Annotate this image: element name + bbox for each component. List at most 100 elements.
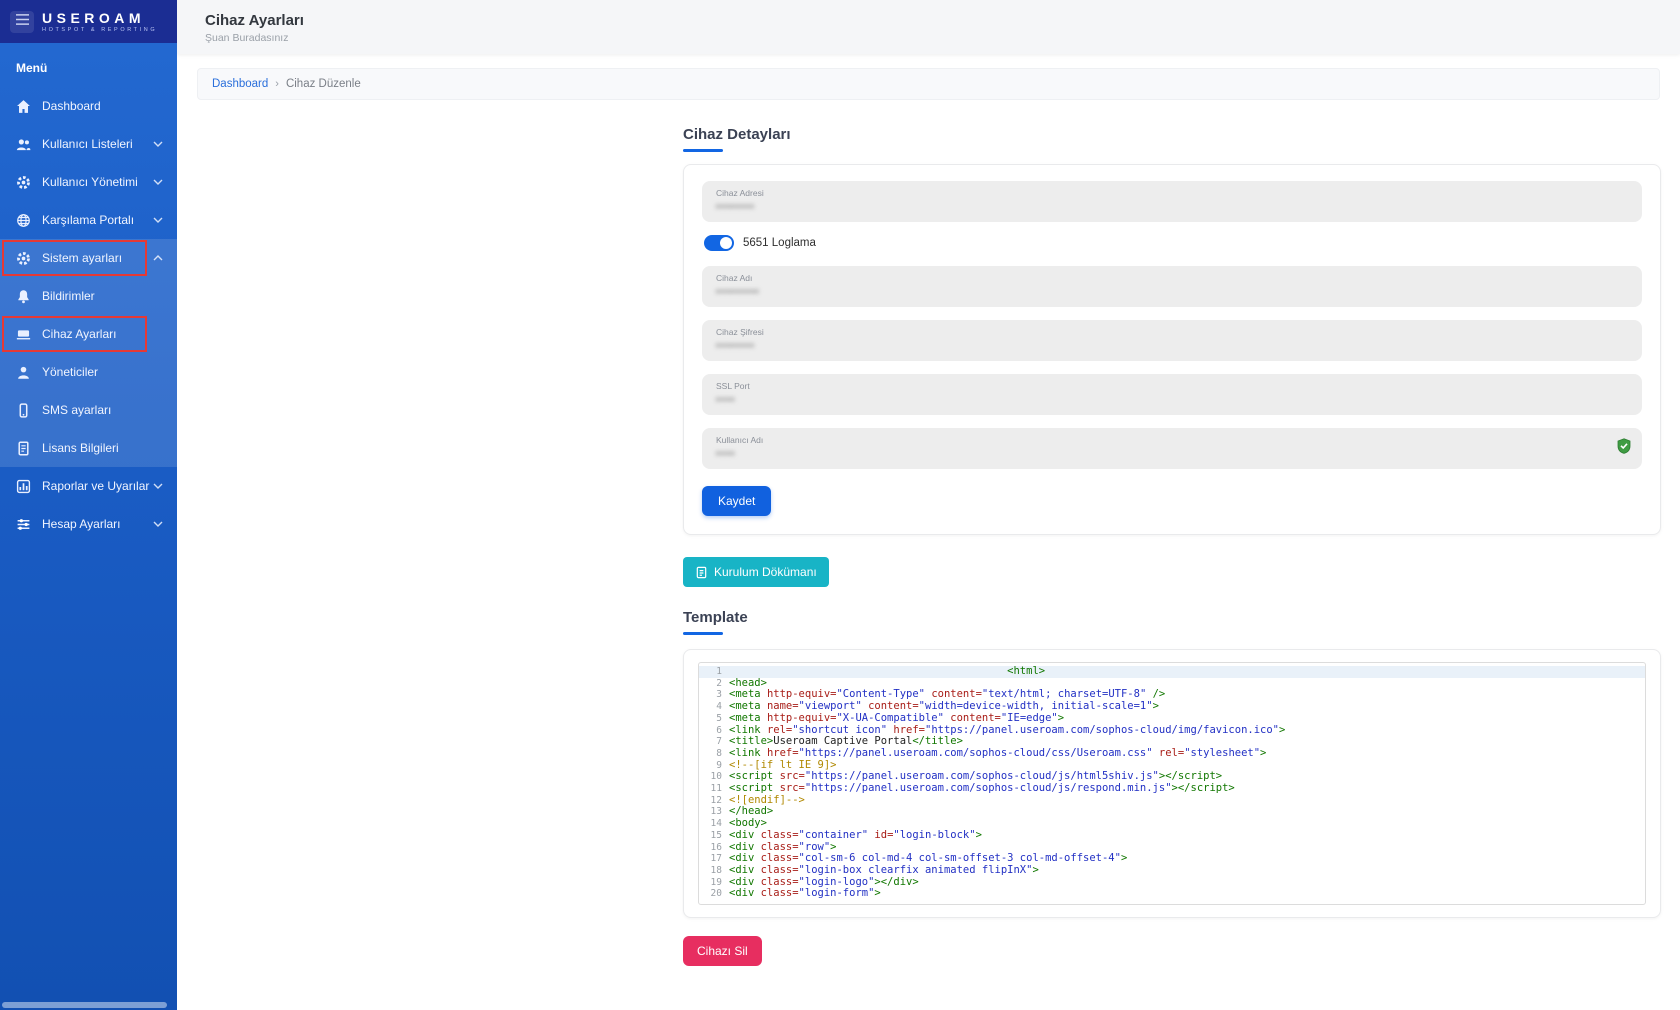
sidebar-menu: Dashboard Kullanıcı Listeleri Kullanıcı Yö… [0,87,177,543]
sidebar-item-label: Yöneticiler [42,365,98,379]
code-editor[interactable]: 1 <html>2<head>3<meta http-equiv="Conten… [698,662,1646,905]
input-field-cihaz-adresi[interactable]: Cihaz Adresi•••••••• [702,181,1642,222]
installation-docs-label: Kurulum Dökümanı [714,565,817,579]
field-label: Kullanıcı Adı [716,435,1628,445]
line-number: 4 [699,701,729,713]
sidebar-item-karsilama-portali[interactable]: Karşılama Portalı [0,201,177,239]
field-value-redacted: •••••••• [716,340,1628,352]
line-number: 3 [699,689,729,701]
sidebar-item-label: Kullanıcı Listeleri [42,137,133,151]
topbar: USEROAM HOTSPOT & REPORTING [0,0,177,43]
bell-icon [16,289,31,304]
code-line: 20<div class="login-form"> [699,888,1645,900]
admin-icon [16,365,31,380]
input-field-kullanici-adi[interactable]: Kullanıcı Adı •••• [702,428,1642,469]
line-number: 16 [699,842,729,854]
logging-toggle-label: 5651 Loglama [743,237,816,249]
password-shield-icon[interactable] [1616,438,1632,454]
page-subtitle: Şuan Buradasınız [205,32,1680,44]
sliders-icon [16,517,31,532]
code-text: <html> [729,666,1045,678]
form-column: Cihaz Detayları Cihaz Adresi•••••••• 565… [683,100,1661,966]
input-field-cihaz-sifresi[interactable]: Cihaz Şifresi •••••••• [702,320,1642,361]
sidebar-item-cihaz-ayarlari[interactable]: Cihaz Ayarları [0,315,177,353]
chevron-down-icon [153,217,163,223]
field-value-redacted: •••• [716,394,1628,406]
delete-device-button[interactable]: Cihazı Sil [683,936,762,966]
brand-logo-tagline: HOTSPOT & REPORTING [42,27,157,33]
device-icon [16,327,31,342]
section-title-underline [683,149,723,152]
sidebar-item-raporlar-ve-uyarilar[interactable]: Raporlar ve Uyarılar [0,467,177,505]
chevron-down-icon [153,483,163,489]
sidebar-item-sms-ayarlari[interactable]: SMS ayarları [0,391,177,429]
line-number: 11 [699,783,729,795]
sidebar-item-bildirimler[interactable]: Bildirimler [0,277,177,315]
hamburger-menu-button[interactable] [10,11,34,33]
sidebar-item-kullanici-listeleri[interactable]: Kullanıcı Listeleri [0,125,177,163]
brand-logo: USEROAM HOTSPOT & REPORTING [42,10,157,33]
installation-docs-button[interactable]: Kurulum Dökümanı [683,557,829,587]
chevron-down-icon [153,179,163,185]
gear-icon [16,175,31,190]
toggle-knob [720,237,732,249]
line-number: 14 [699,818,729,830]
field-value-redacted: •••• [716,448,1628,460]
sidebar-item-hesap-ayarlari[interactable]: Hesap Ayarları [0,505,177,543]
code-line: 13</head> [699,806,1645,818]
line-number: 20 [699,888,729,900]
save-button[interactable]: Kaydet [702,486,771,516]
field-label: Cihaz Şifresi [716,327,1628,337]
chevron-up-icon [153,255,163,261]
toggle-row: 5651 Loglama [704,235,1640,251]
sidebar-item-label: Dashboard [42,99,101,113]
sidebar-item-kullanici-yonetimi[interactable]: Kullanıcı Yönetimi [0,163,177,201]
code-text: <script src="https://panel.useroam.com/s… [729,783,1235,795]
page-title: Cihaz Ayarları [205,12,1680,29]
sidebar-item-label: Bildirimler [42,289,95,303]
sidebar: Menü Dashboard Kullanıcı Listeleri Kullanı… [0,43,177,1010]
users-icon [16,137,31,152]
line-number: 5 [699,713,729,725]
sidebar-menu-title: Menü [0,43,177,87]
hamburger-icon [15,13,30,31]
globe-icon [16,213,31,228]
line-number: 6 [699,725,729,737]
sidebar-item-yoneticiler[interactable]: Yöneticiler [0,353,177,391]
code-line: 15<div class="container" id="login-block… [699,830,1645,842]
template-card: 1 <html>2<head>3<meta http-equiv="Conten… [683,649,1661,918]
sidebar-item-dashboard[interactable]: Dashboard [0,87,177,125]
device-details-card: Cihaz Adresi•••••••• 5651 Loglama Cihaz … [683,164,1661,535]
device-form-fields: Cihaz Adresi•••••••• 5651 Loglama Cihaz … [702,181,1642,469]
input-field-cihaz-adi[interactable]: Cihaz Adı••••••••• [702,266,1642,307]
code-line: 1 <html> [699,666,1645,678]
line-number: 12 [699,795,729,807]
sidebar-item-label: SMS ayarları [42,403,111,417]
line-number: 17 [699,853,729,865]
sidebar-item-sistem-ayarlari[interactable]: Sistem ayarları [0,239,177,277]
field-label: SSL Port [716,381,1628,391]
page-header: Cihaz Ayarları Şuan Buradasınız [177,0,1680,54]
sidebar-item-label: Lisans Bilgileri [42,441,119,455]
device-details-title: Cihaz Detayları [683,126,1661,143]
breadcrumb-current: Cihaz Düzenle [286,78,361,90]
breadcrumb-dashboard-link[interactable]: Dashboard [212,78,268,90]
line-number: 9 [699,760,729,772]
section-title-underline [683,632,723,635]
field-value-redacted: ••••••••• [716,286,1628,298]
gear-icon [16,251,31,266]
home-icon [16,99,31,114]
code-line: 12<![endif]--> [699,795,1645,807]
sidebar-item-lisans-bilgileri[interactable]: Lisans Bilgileri [0,429,177,467]
line-number: 2 [699,678,729,690]
field-value-redacted: •••••••• [716,201,1628,213]
sidebar-item-label: Hesap Ayarları [42,517,121,531]
line-number: 10 [699,771,729,783]
breadcrumb: Dashboard › Cihaz Düzenle [197,68,1660,100]
input-field-ssl-port[interactable]: SSL Port •••• [702,374,1642,415]
document-icon [695,566,708,579]
line-number: 13 [699,806,729,818]
logging-toggle[interactable] [704,235,734,251]
submenu-sistem-ayarlari: Sistem ayarları Bildirimler Cihaz Ayarları… [0,239,177,467]
sidebar-horizontal-scrollbar[interactable] [2,1002,167,1008]
